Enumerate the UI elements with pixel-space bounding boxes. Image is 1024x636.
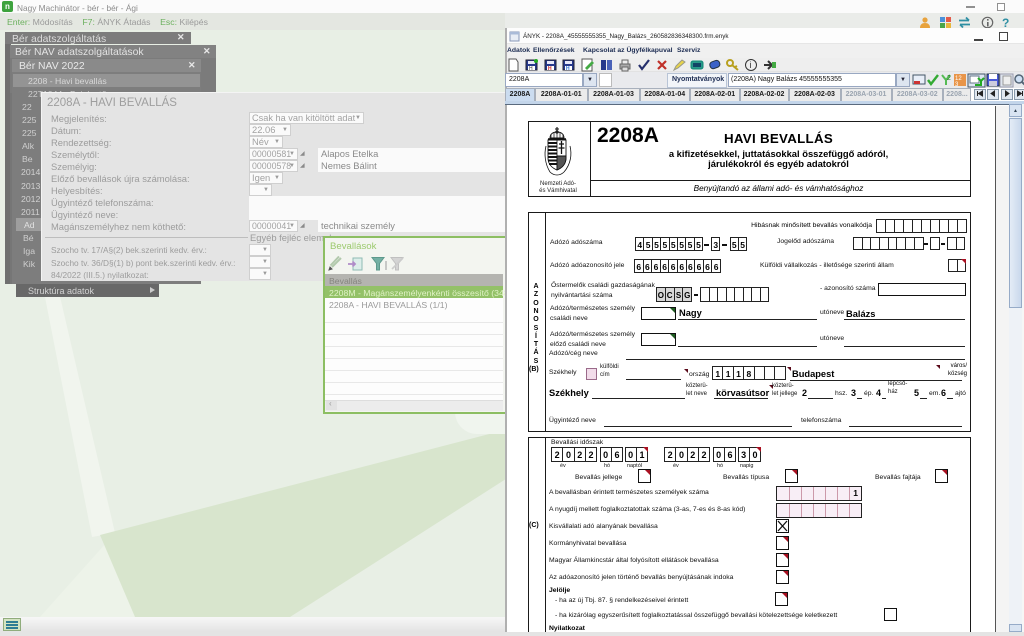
svg-text:2: 2 [947,75,951,82]
svg-text:i: i [750,60,752,70]
